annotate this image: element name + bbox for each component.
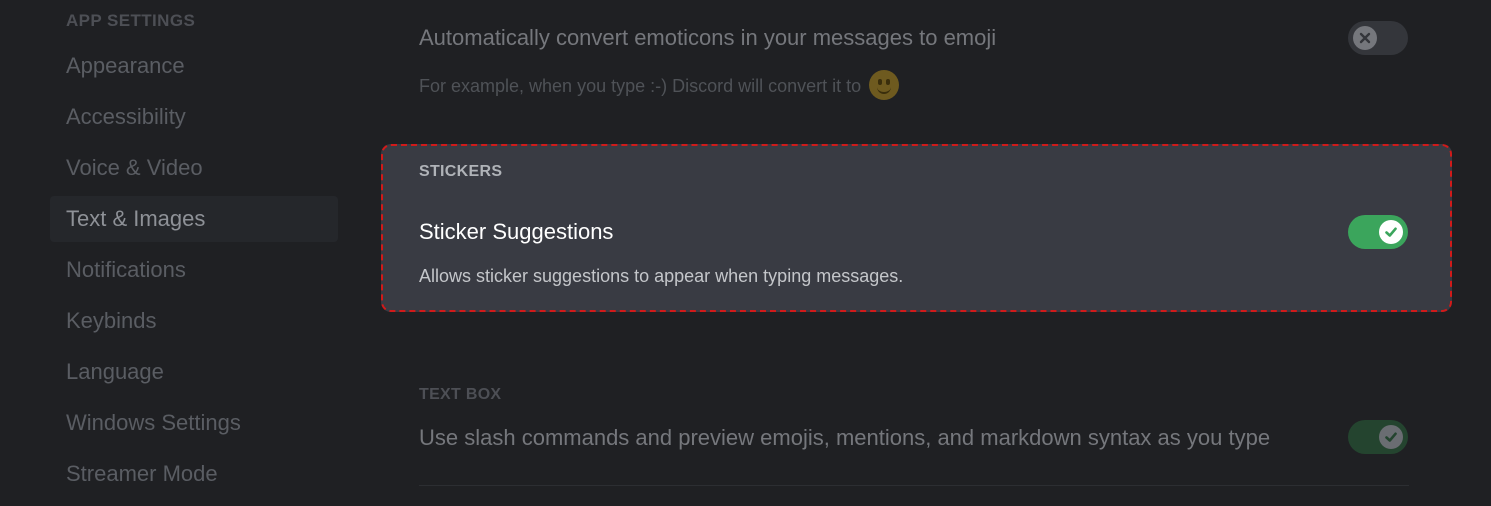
- slightly-smiling-face-icon: [869, 70, 900, 100]
- sticker-suggestions-description: Allows sticker suggestions to appear whe…: [419, 266, 904, 286]
- sidebar-item-appearance[interactable]: Appearance: [50, 43, 338, 89]
- sidebar-item-windows-settings[interactable]: Windows Settings: [50, 400, 338, 446]
- check-icon: [1379, 425, 1403, 449]
- slash-commands-setting-title: Use slash commands and preview emojis, m…: [419, 425, 1271, 450]
- sidebar-item-text-images[interactable]: Text & Images: [50, 196, 338, 242]
- settings-sidebar: APP SETTINGS Appearance Accessibility Vo…: [0, 0, 358, 506]
- close-icon: [1353, 26, 1377, 50]
- sidebar-item-accessibility[interactable]: Accessibility: [50, 94, 338, 140]
- text-box-section-label: TEXT BOX: [419, 386, 502, 403]
- emoticons-setting-description: For example, when you type :-) Discord w…: [419, 70, 900, 102]
- sidebar-item-language[interactable]: Language: [50, 349, 338, 395]
- sticker-suggestions-toggle[interactable]: [1348, 215, 1408, 249]
- section-divider: [419, 485, 1409, 486]
- emoticons-setting-title: Automatically convert emoticons in your …: [419, 25, 997, 50]
- sidebar-item-streamer-mode[interactable]: Streamer Mode: [50, 451, 338, 497]
- sidebar-item-voice-video[interactable]: Voice & Video: [50, 145, 338, 191]
- emoticons-toggle[interactable]: [1348, 21, 1408, 55]
- sidebar-item-keybinds[interactable]: Keybinds: [50, 298, 338, 344]
- sticker-suggestions-title: Sticker Suggestions: [419, 219, 614, 244]
- check-icon: [1379, 220, 1403, 244]
- sidebar-item-notifications[interactable]: Notifications: [50, 247, 338, 293]
- slash-commands-toggle[interactable]: [1348, 420, 1408, 454]
- sidebar-header: APP SETTINGS: [66, 11, 196, 30]
- stickers-section-label: STICKERS: [419, 163, 503, 180]
